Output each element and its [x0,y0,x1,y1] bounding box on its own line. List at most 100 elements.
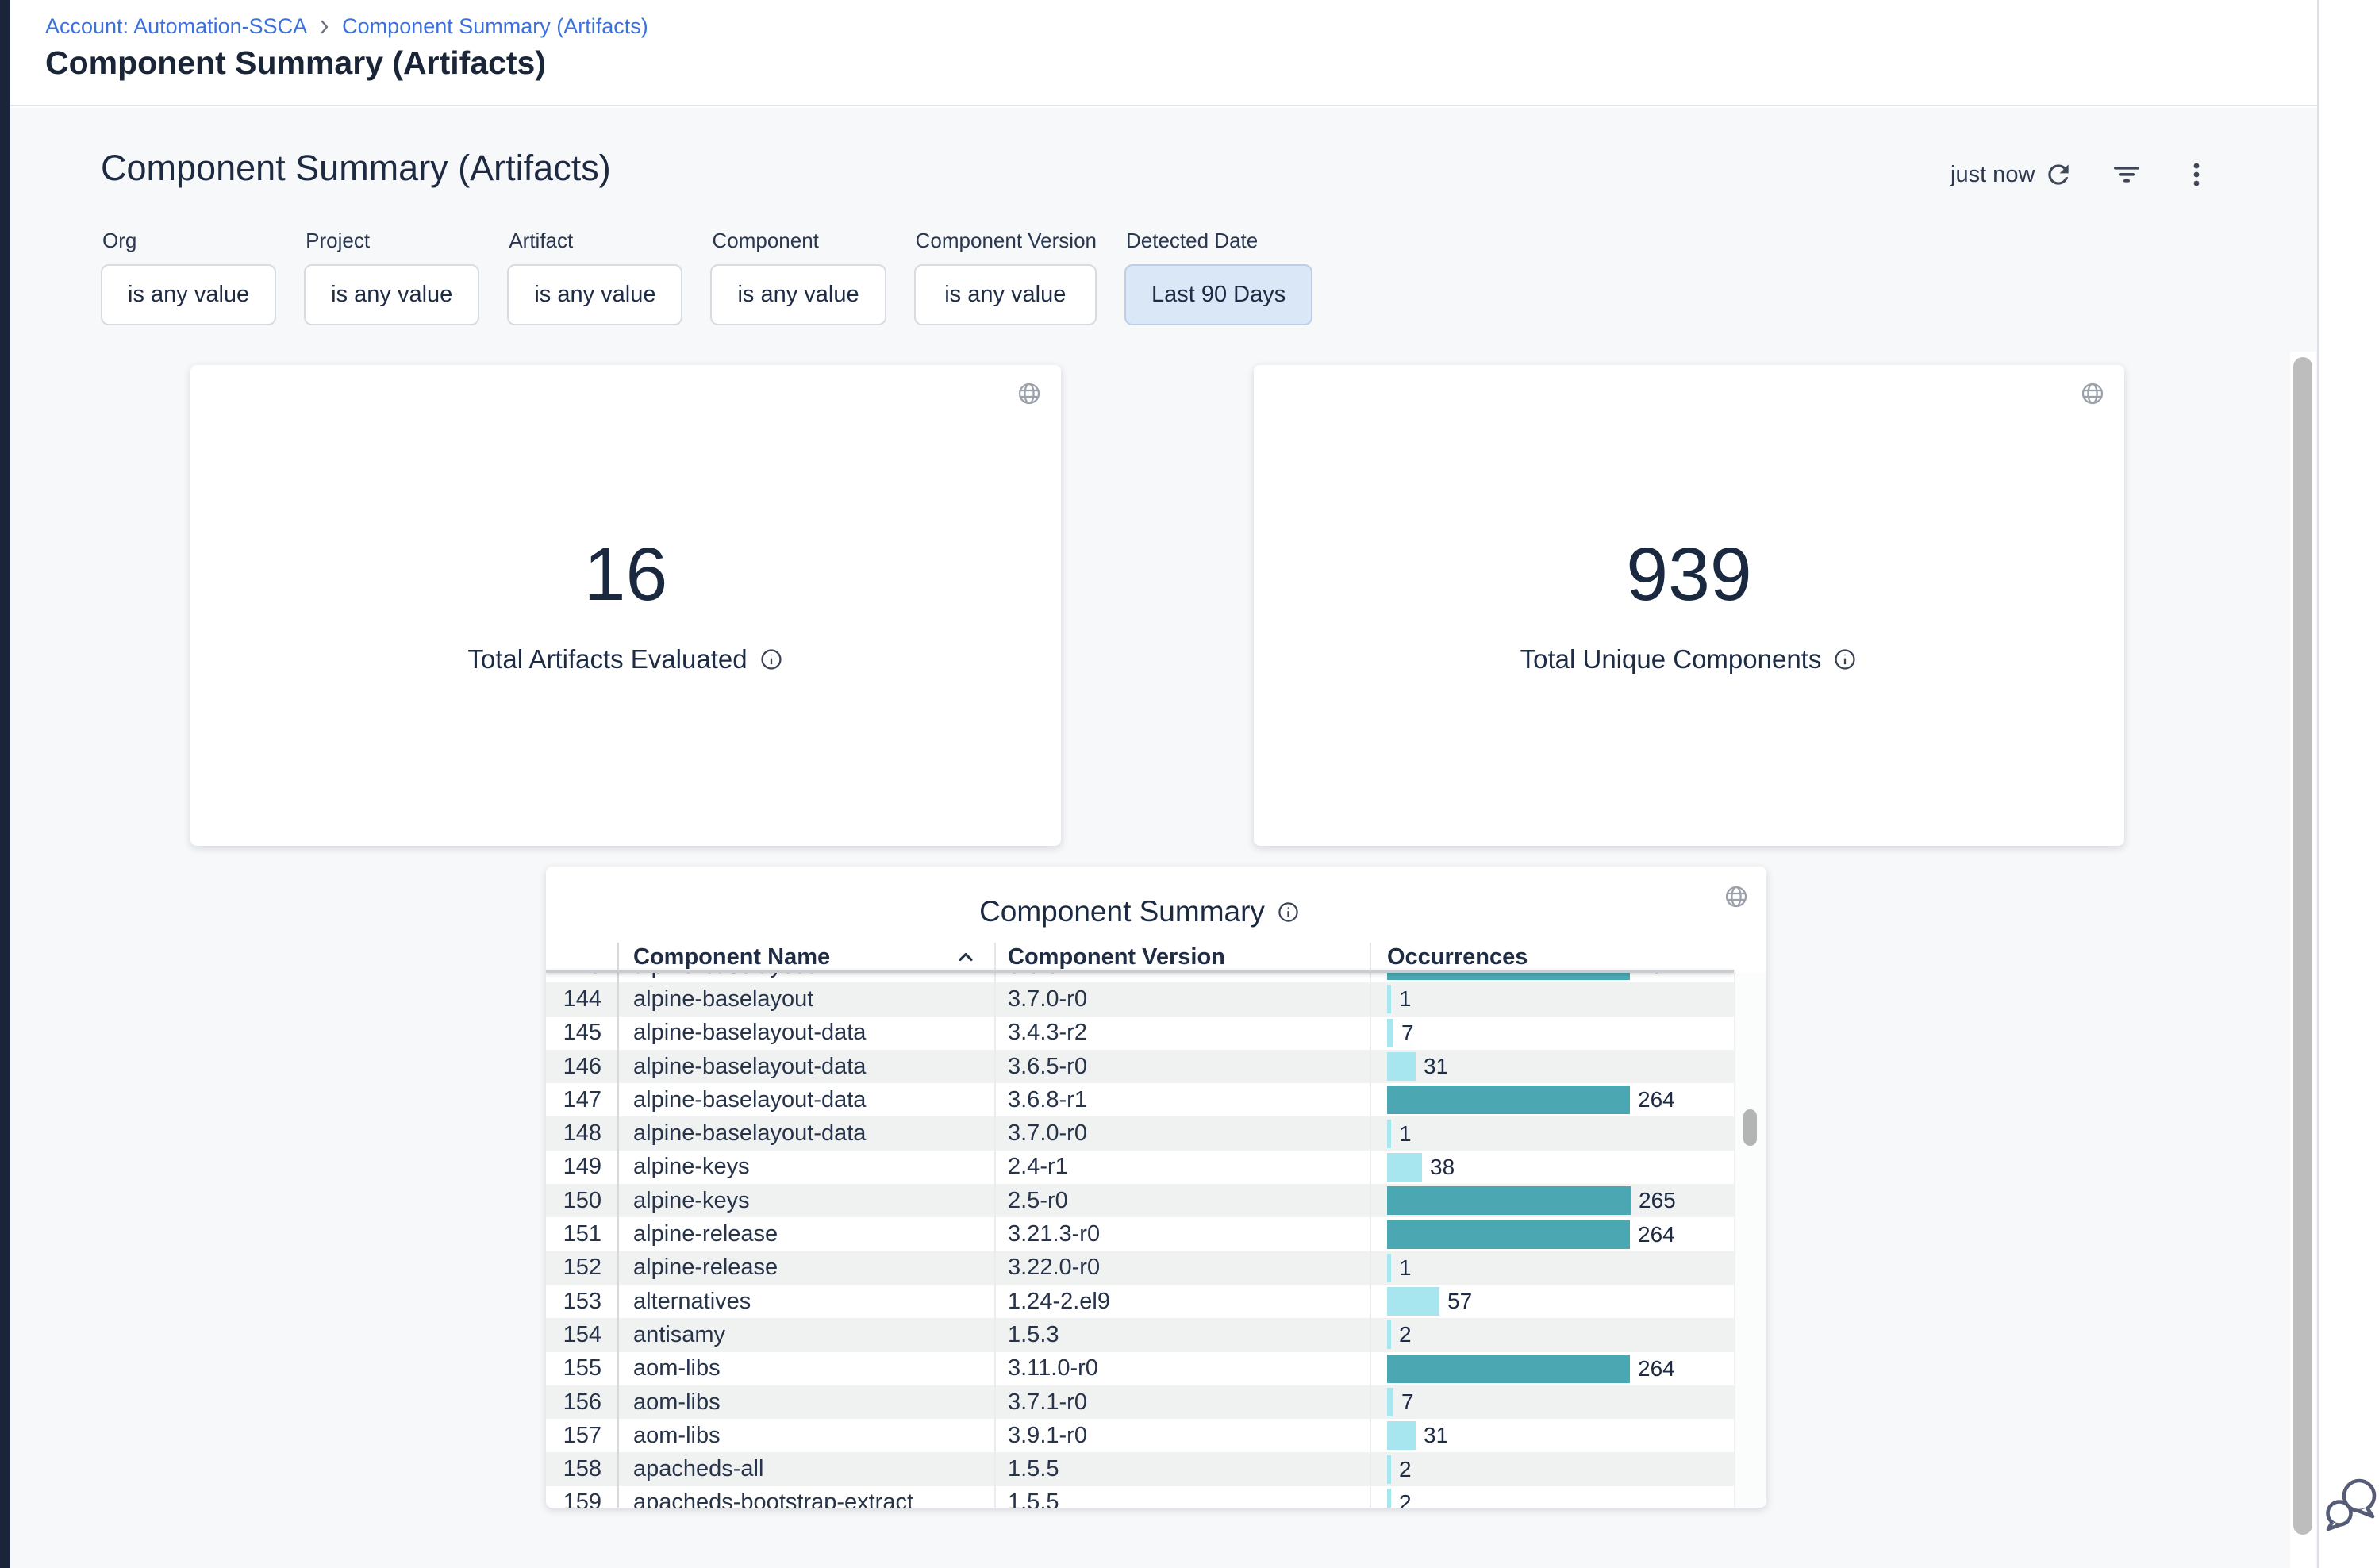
filter-group-detected-date: Detected DateLast 90 Days [1124,229,1312,325]
component-name-cell: alpine-release [617,1251,996,1285]
occurrence-bar[interactable] [1387,1120,1391,1148]
stat-card-unique-components: 939 Total Unique Components [1254,365,2124,846]
table-row[interactable]: 145alpine-baselayout-data3.4.3-r27 [546,1017,1734,1050]
occurrence-bar[interactable] [1387,1254,1391,1282]
occurrence-bar[interactable] [1387,1355,1630,1383]
table-row[interactable]: 155aom-libs3.11.0-r0264 [546,1352,1734,1385]
component-version-cell: 2.5-r0 [996,1184,1371,1217]
table-row[interactable]: 150alpine-keys2.5-r0265 [546,1184,1734,1217]
filter-value-button-component[interactable]: is any value [710,264,886,325]
component-version-cell: 3.7.1-r0 [996,1385,1371,1419]
info-icon[interactable] [759,647,784,672]
occurrence-bar[interactable] [1387,1320,1391,1349]
filter-value-button-org[interactable]: is any value [101,264,276,325]
occurrences-cell: 2 [1371,1486,1734,1508]
column-header-occurrences[interactable]: Occurrences [1371,943,1734,971]
table-row[interactable]: 151alpine-release3.21.3-r0264 [546,1217,1734,1251]
table-row[interactable]: 148alpine-baselayout-data3.7.0-r01 [546,1116,1734,1150]
table-row[interactable]: 149alpine-keys2.4-r138 [546,1151,1734,1184]
globe-icon[interactable] [1017,381,1042,406]
filter-value-button-artifact[interactable]: is any value [507,264,682,325]
filter-label: Artifact [509,229,682,253]
page-scrollbar-thumb[interactable] [2293,357,2312,1535]
occurrence-bar[interactable] [1387,973,1630,980]
occurrence-bar[interactable] [1387,1186,1631,1215]
table-scrollbar-track [1734,973,1766,1508]
occurrences-cell: 264 [1371,1217,1734,1251]
occurrences-cell: 57 [1371,1285,1734,1318]
row-index-cell: 150 [546,1188,617,1214]
occurrence-value: 1 [1399,1255,1412,1281]
table-row[interactable]: 154antisamy1.5.32 [546,1318,1734,1351]
refresh-icon [2043,159,2073,190]
last-refreshed-label: just now [1950,162,2035,188]
row-index-cell: 151 [546,1221,617,1247]
table-row[interactable]: 158apacheds-all1.5.52 [546,1452,1734,1485]
occurrence-bar[interactable] [1387,985,1391,1013]
filter-label: Component Version [916,229,1097,253]
occurrence-bar[interactable] [1387,1287,1439,1316]
table-row[interactable]: 152alpine-release3.22.0-r01 [546,1251,1734,1285]
filter-value-button-component-version[interactable]: is any value [914,264,1097,325]
filter-label: Component [712,229,886,253]
component-version-cell: 3.7.0-r0 [996,1116,1371,1150]
table-row[interactable]: 159apacheds-bootstrap-extract1.5.52 [546,1486,1734,1508]
occurrence-bar[interactable] [1387,1019,1393,1047]
breadcrumb-current-link[interactable]: Component Summary (Artifacts) [342,14,648,39]
table-row[interactable]: 146alpine-baselayout-data3.6.5-r031 [546,1050,1734,1083]
filter-group-project: Projectis any value [304,229,479,325]
row-index-cell: 147 [546,1087,617,1113]
occurrence-bar[interactable] [1387,1421,1416,1450]
globe-icon[interactable] [2080,381,2105,406]
occurrence-bar[interactable] [1387,1220,1630,1249]
occurrence-value: 264 [1638,973,1675,978]
column-label: Component Name [633,944,830,970]
component-name-cell: antisamy [617,1318,996,1351]
table-row[interactable]: 153alternatives1.24-2.el957 [546,1285,1734,1318]
row-index-cell: 144 [546,986,617,1013]
dashboard-actions-menu-button[interactable] [2177,156,2216,194]
dashboard-filters-toggle-button[interactable] [2108,156,2146,194]
column-header-component-name[interactable]: Component Name [617,943,996,971]
table-scrollbar-thumb[interactable] [1743,1109,1757,1146]
filter-bar: Orgis any valueProjectis any valueArtifa… [101,229,1312,325]
occurrences-cell: 1 [1371,982,1734,1016]
table-header-row: Component Name Component Version Occurre… [546,943,1734,971]
refresh-button[interactable] [2039,156,2077,194]
page-header: Account: Automation-SSCA Component Summa… [10,0,2317,106]
breadcrumb-account-link[interactable]: Account: Automation-SSCA [45,14,307,39]
table-row[interactable]: 147alpine-baselayout-data3.6.8-r1264 [546,1083,1734,1116]
info-icon[interactable] [1832,647,1858,672]
help-chat-button[interactable] [2322,1474,2379,1535]
component-name-cell: alpine-release [617,1217,996,1251]
occurrence-bar[interactable] [1387,1455,1391,1484]
filter-lines-icon [2111,159,2143,190]
occurrence-bar[interactable] [1387,1153,1422,1182]
occurrence-bar[interactable] [1387,1052,1416,1081]
table-row[interactable]: 157aom-libs3.9.1-r031 [546,1419,1734,1452]
occurrences-cell: 7 [1371,1017,1734,1050]
component-version-cell: 2.4-r1 [996,1151,1371,1184]
occurrences-cell: 1 [1371,1116,1734,1150]
chevron-right-icon [315,17,334,37]
row-index-cell: 156 [546,1389,617,1416]
row-index-cell: 158 [546,1456,617,1482]
table-row[interactable]: 156aom-libs3.7.1-r07 [546,1385,1734,1419]
filter-group-component: Component is any value [710,229,886,325]
occurrence-value: 1 [1399,986,1412,1012]
filter-value-button-detected-date[interactable]: Last 90 Days [1124,264,1312,325]
collapsed-sidenav-edge[interactable] [0,0,10,1568]
filter-value-button-project[interactable]: is any value [304,264,479,325]
table-row[interactable]: 144alpine-baselayout3.7.0-r01 [546,982,1734,1016]
column-header-component-version[interactable]: Component Version [996,943,1371,971]
table-body: 143alpine-baselayout3.6.8-r1264144alpine… [546,973,1734,1508]
occurrence-bar[interactable] [1387,1086,1630,1114]
occurrences-cell: 1 [1371,1251,1734,1285]
occurrence-bar[interactable] [1387,1388,1393,1416]
info-icon[interactable] [1276,900,1301,924]
occurrence-bar[interactable] [1387,1489,1391,1508]
occurrence-value: 264 [1638,1087,1675,1113]
occurrences-cell: 38 [1371,1151,1734,1184]
occurrence-value: 57 [1447,1289,1472,1314]
table-row[interactable]: 143alpine-baselayout3.6.8-r1264 [546,973,1734,982]
